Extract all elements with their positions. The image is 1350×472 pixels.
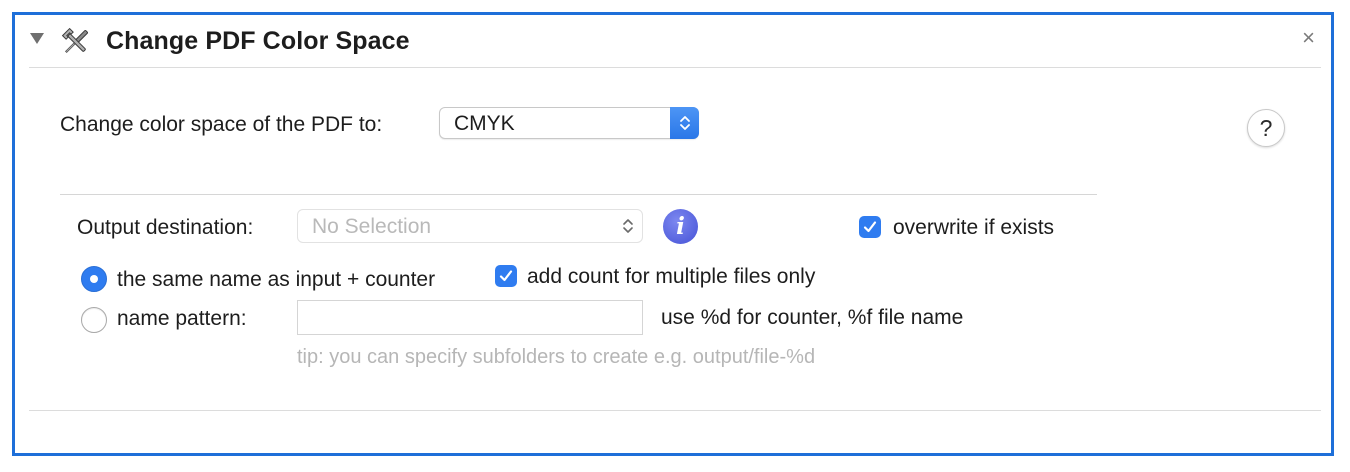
overwrite-label: overwrite if exists xyxy=(893,216,1055,239)
subfolder-tip: tip: you can specify subfolders to creat… xyxy=(297,346,816,368)
info-icon[interactable]: i xyxy=(663,209,698,244)
footer-divider xyxy=(29,410,1321,411)
output-destination-placeholder: No Selection xyxy=(312,215,432,238)
radio-same-name-label: the same name as input + counter xyxy=(117,268,436,291)
color-space-value: CMYK xyxy=(454,112,515,135)
section-divider xyxy=(60,194,1097,195)
panel-title: Change PDF Color Space xyxy=(106,27,410,55)
name-pattern-input[interactable] xyxy=(297,300,643,335)
radio-same-name[interactable] xyxy=(81,266,107,292)
color-space-select[interactable]: CMYK xyxy=(439,107,699,139)
header-divider xyxy=(29,67,1321,68)
help-button[interactable]: ? xyxy=(1247,109,1285,147)
panel-header: Change PDF Color Space × xyxy=(15,15,1331,67)
tools-icon xyxy=(61,27,88,54)
radio-name-pattern-label: name pattern: xyxy=(117,307,247,330)
checkmark-icon xyxy=(499,270,513,282)
name-pattern-hint: use %d for counter, %f file name xyxy=(661,306,964,329)
disclosure-triangle-icon[interactable] xyxy=(30,33,44,44)
radio-name-pattern[interactable] xyxy=(81,307,107,333)
checkmark-icon xyxy=(863,221,877,233)
color-space-label: Change color space of the PDF to: xyxy=(60,113,383,136)
overwrite-checkbox[interactable] xyxy=(859,216,881,238)
output-destination-select[interactable]: No Selection xyxy=(297,209,643,243)
count-multiple-label: add count for multiple files only xyxy=(527,265,816,288)
select-chevrons-icon xyxy=(670,107,699,139)
select-chevrons-icon xyxy=(622,216,634,241)
count-multiple-checkbox[interactable] xyxy=(495,265,517,287)
output-destination-label: Output destination: xyxy=(77,216,254,239)
close-icon[interactable]: × xyxy=(1302,27,1315,49)
action-panel: Change PDF Color Space × Change color sp… xyxy=(12,12,1334,456)
